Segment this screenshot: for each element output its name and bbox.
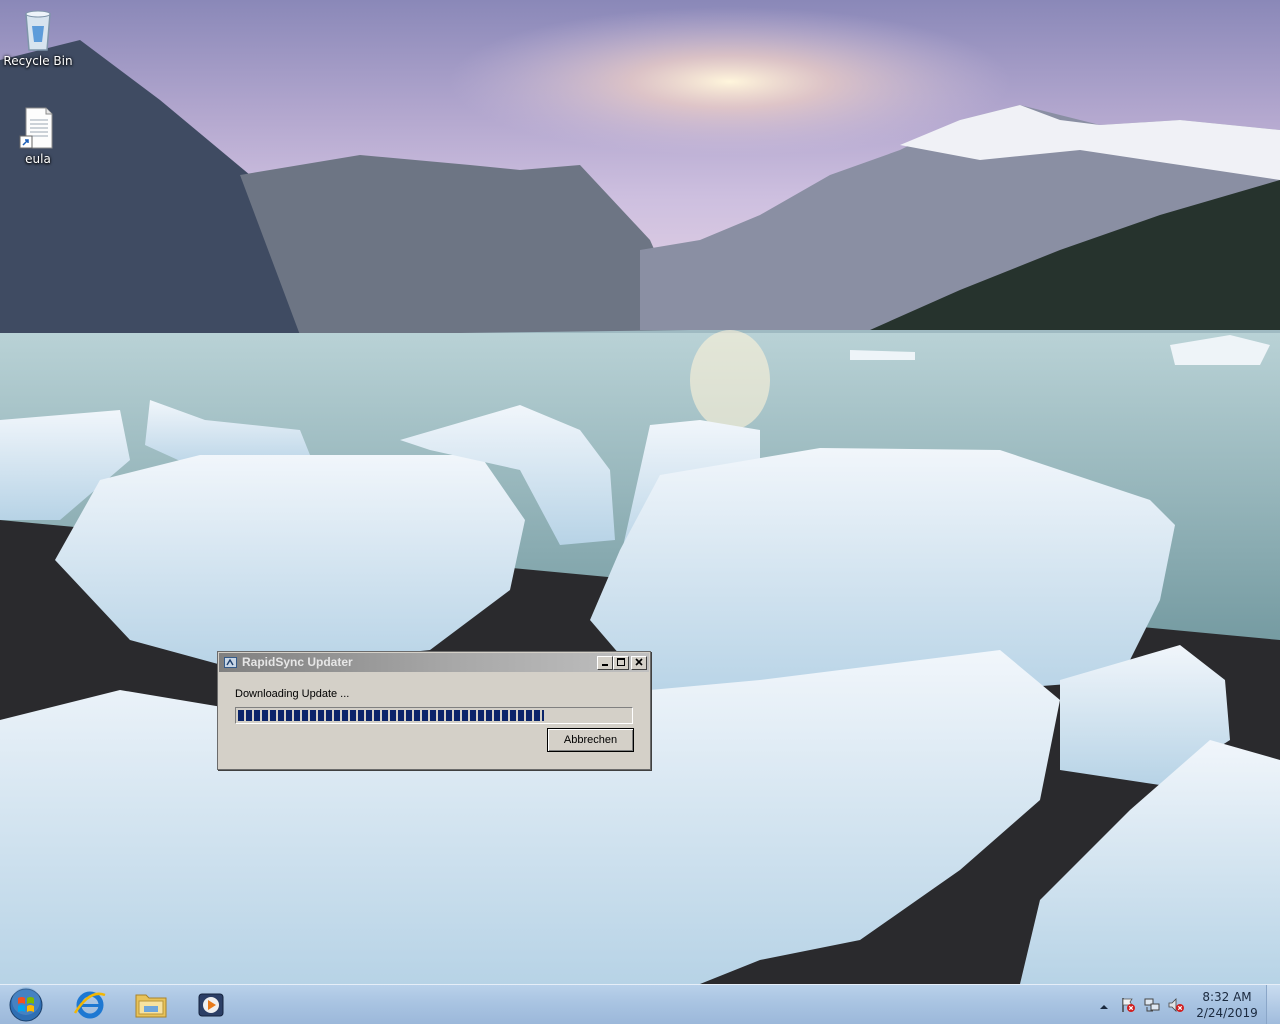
start-button[interactable] bbox=[4, 986, 48, 1024]
internet-explorer-icon bbox=[63, 991, 117, 1024]
windows-logo-icon bbox=[4, 987, 48, 1024]
taskbar-media-player[interactable] bbox=[185, 987, 239, 1023]
desktop-icon-eula[interactable]: eula bbox=[0, 106, 76, 166]
clock-date: 2/24/2019 bbox=[1196, 1006, 1258, 1020]
close-icon bbox=[634, 658, 644, 670]
text-file-shortcut-icon bbox=[18, 106, 58, 150]
cancel-button[interactable]: Abbrechen bbox=[547, 728, 634, 752]
folder-icon bbox=[124, 994, 178, 1024]
status-label: Downloading Update ... bbox=[235, 688, 350, 700]
taskbar: 8:32 AM 2/24/2019 bbox=[0, 984, 1280, 1024]
notification-area: 8:32 AM 2/24/2019 bbox=[1090, 985, 1280, 1024]
taskbar-internet-explorer[interactable] bbox=[63, 987, 117, 1023]
desktop-icon-label: eula bbox=[25, 152, 51, 166]
clock-time: 8:32 AM bbox=[1202, 990, 1252, 1004]
network-icon[interactable] bbox=[1144, 997, 1160, 1013]
progress-fill bbox=[238, 710, 544, 721]
minimize-icon bbox=[600, 659, 610, 670]
system-clock[interactable]: 8:32 AM 2/24/2019 bbox=[1194, 989, 1260, 1021]
recycle-bin-icon bbox=[18, 8, 58, 52]
taskbar-windows-explorer[interactable] bbox=[124, 987, 178, 1023]
volume-muted-icon[interactable] bbox=[1168, 997, 1184, 1013]
dialog-titlebar[interactable]: RapidSync Updater bbox=[219, 653, 649, 672]
app-icon bbox=[224, 656, 238, 669]
show-hidden-icons-icon[interactable] bbox=[1096, 999, 1112, 1015]
show-desktop-button[interactable] bbox=[1266, 985, 1280, 1024]
maximize-icon bbox=[616, 658, 626, 670]
desktop: Recycle Bin eula RapidSync Updater Downl… bbox=[0, 0, 1280, 984]
download-progress-bar bbox=[235, 707, 633, 724]
minimize-button[interactable] bbox=[597, 656, 613, 670]
action-center-icon[interactable] bbox=[1120, 997, 1136, 1013]
close-button[interactable] bbox=[631, 656, 647, 670]
media-player-icon bbox=[185, 993, 239, 1024]
maximize-button[interactable] bbox=[613, 656, 629, 670]
wallpaper-image bbox=[0, 0, 1280, 984]
desktop-icon-recycle-bin[interactable]: Recycle Bin bbox=[0, 8, 76, 68]
updater-dialog: RapidSync Updater Downloading Update ... bbox=[217, 651, 651, 770]
dialog-title: RapidSync Updater bbox=[242, 655, 353, 669]
desktop-icon-label: Recycle Bin bbox=[3, 54, 73, 68]
